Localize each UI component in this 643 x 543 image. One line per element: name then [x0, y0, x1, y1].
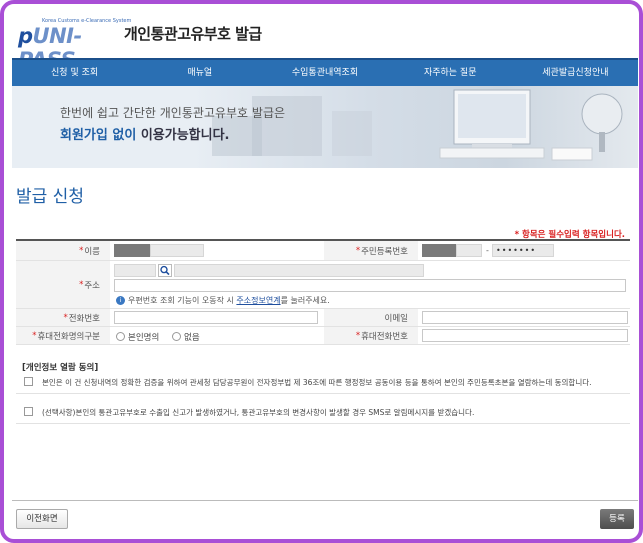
form-row-mobile: * 휴대전화명의구분 본인명의 없음 * 휴대전화번호: [16, 327, 630, 345]
bottom-action-bar: 이전화면 등록: [12, 500, 638, 538]
address-link[interactable]: 주소정보연계: [236, 296, 280, 305]
address-note: i 우편번호 조회 기능이 오동작 시 주소정보연계를 눌러주세요.: [116, 295, 330, 306]
email-label: 이메일: [324, 309, 418, 326]
main-nav: 신청 및 조회 매뉴얼 수입통관내역조회 자주하는 질문 세관발급신청안내: [12, 58, 638, 86]
address-label: * 주소: [16, 261, 110, 308]
rrn-front-masked[interactable]: [422, 244, 456, 257]
banner-line2: 회원가입 없이 이용가능합니다.: [60, 124, 229, 143]
zipcode-search-button[interactable]: [158, 264, 172, 277]
address-base-input[interactable]: [174, 264, 424, 277]
search-icon: [160, 265, 170, 276]
header: Korea Customs e-Clearance System pUNI-PA…: [12, 8, 636, 72]
form-row-address: * 주소 i 우편번호 조회 기능이 오동작 시 주소정보연계를 눌러주세요.: [16, 261, 630, 309]
mobile-label: * 휴대전화번호: [324, 327, 418, 344]
banner-highlight: 회원가입 없이: [60, 128, 137, 143]
rrn-label: * 주민등록번호: [324, 241, 418, 260]
mobile-type-label: * 휴대전화명의구분: [16, 327, 110, 344]
phone-label: * 전화번호: [16, 309, 110, 326]
consent-checkbox-1[interactable]: [24, 377, 33, 386]
nav-item-customs-guide[interactable]: 세관발급신청안내: [513, 60, 638, 86]
page-title: 발급 신청: [16, 187, 84, 207]
consent-row-1: 본인은 이 건 신청내역의 정확한 검증을 위하여 관세청 담당공무원이 전자정…: [16, 370, 630, 394]
nav-item-faq[interactable]: 자주하는 질문: [388, 60, 513, 86]
banner-illustration: [192, 86, 638, 168]
radio-none[interactable]: [172, 332, 181, 341]
address-detail-input[interactable]: [114, 279, 626, 292]
nav-item-manual[interactable]: 매뉴얼: [137, 60, 262, 86]
consent-text-2: (선택사항)본인의 통관고유부호로 수출입 신고가 발생하였거나, 통관고유부호…: [42, 408, 475, 417]
rrn-separator: -: [486, 246, 489, 255]
site-title: 개인통관고유부호 발급: [124, 25, 262, 43]
info-icon: i: [116, 296, 125, 305]
form-row-name: * 이름 * 주민등록번호 - •••••••: [16, 241, 630, 261]
prev-page-button[interactable]: 이전화면: [16, 509, 68, 529]
rrn-back-input[interactable]: •••••••: [492, 244, 554, 257]
email-input[interactable]: [422, 311, 628, 324]
name-input-masked[interactable]: [114, 244, 150, 257]
radio-none-label: 없음: [184, 333, 200, 343]
zipcode-input[interactable]: [114, 264, 156, 277]
radio-own-name[interactable]: [116, 332, 125, 341]
name-input[interactable]: [150, 244, 204, 257]
form-row-phone: * 전화번호 이메일: [16, 309, 630, 327]
banner-line2-rest: 이용가능합니다.: [136, 128, 230, 143]
banner-artwork: [212, 89, 623, 161]
consent-text-1: 본인은 이 건 신청내역의 정확한 검증을 위하여 관세청 담당공무원이 전자정…: [42, 378, 592, 387]
logo-letter-p: p: [18, 24, 33, 48]
mobile-input[interactable]: [422, 329, 628, 342]
banner-line1: 한번에 쉽고 간단한 개인통관고유부호 발급은: [60, 106, 286, 120]
consent-checkbox-2[interactable]: [24, 407, 33, 416]
phone-input[interactable]: [114, 311, 318, 324]
radio-own-name-label: 본인명의: [128, 333, 160, 343]
hero-banner: 한번에 쉽고 간단한 개인통관고유부호 발급은 회원가입 없이 이용가능합니다.: [12, 86, 638, 168]
nav-item-import-history[interactable]: 수입통관내역조회: [262, 60, 387, 86]
submit-button[interactable]: 등록: [600, 509, 634, 529]
consent-row-2: (선택사항)본인의 통관고유부호로 수출입 신고가 발생하였거나, 통관고유부호…: [16, 400, 630, 424]
unipass-logo[interactable]: Korea Customs e-Clearance System pUNI-PA…: [18, 18, 131, 72]
rrn-front-input[interactable]: [456, 244, 482, 257]
nav-item-apply[interactable]: 신청 및 조회: [12, 60, 137, 86]
name-label: * 이름: [16, 241, 110, 260]
app-frame: Korea Customs e-Clearance System pUNI-PA…: [0, 0, 643, 543]
rrn-back-value: •••••••: [496, 246, 537, 255]
